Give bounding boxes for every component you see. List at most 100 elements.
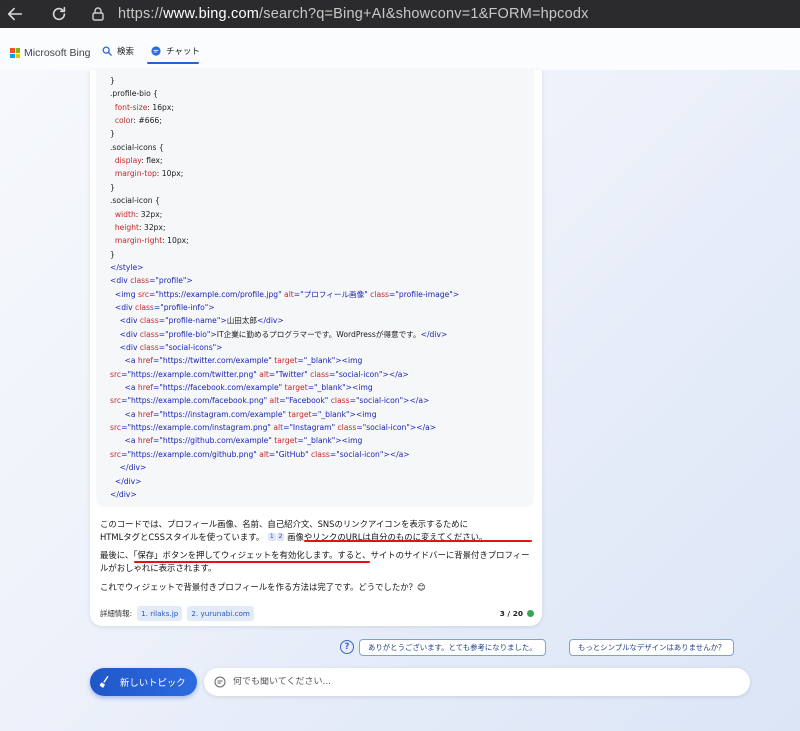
- help-icon[interactable]: ?: [340, 640, 354, 654]
- turn-counter-text: 3 / 20: [499, 609, 523, 618]
- code-line: <div class="profile-bio">IT企業に勤めるプログラマーで…: [110, 329, 448, 340]
- code-token: href: [137, 409, 154, 419]
- chat-input[interactable]: [233, 677, 713, 687]
- source-link[interactable]: 2. yurunabi.com: [187, 606, 254, 621]
- reload-button[interactable]: [44, 0, 74, 28]
- code-token: ="Facebook": [279, 396, 331, 406]
- bing-logo[interactable]: Microsoft Bing: [10, 47, 91, 59]
- answer-text: このコードでは、プロフィール画像、名前、自己紹介文、SNSのリンクアイコンを表示…: [100, 519, 469, 529]
- code-token: class: [135, 302, 154, 312]
- code-line: <a href="https://github.com/example" tar…: [110, 436, 362, 446]
- code-line: height: 32px;: [110, 223, 166, 233]
- code-token: </div>: [110, 463, 147, 473]
- code-token: </a>: [389, 449, 410, 459]
- code-token: <img: [341, 436, 363, 446]
- code-token: 山田太郎: [226, 316, 258, 326]
- code-line: color: #666;: [110, 116, 162, 126]
- url-host: www.bing.com: [163, 6, 260, 22]
- active-tab-indicator: [147, 62, 199, 64]
- code-token: }: [110, 249, 115, 259]
- code-token: <div: [110, 343, 140, 352]
- tab-chat[interactable]: チャット: [151, 45, 200, 57]
- reload-icon: [52, 6, 66, 21]
- code-token: <a: [110, 436, 138, 446]
- code-token: ="profile-bio">: [158, 329, 217, 339]
- code-token: height: [110, 222, 140, 232]
- code-token: : #666;: [133, 116, 162, 126]
- code-line: font-size: 16px;: [110, 103, 174, 113]
- code-token: ="https://example.com/facebook.png": [121, 396, 270, 406]
- code-line: <img src="https://example.com/profile.jp…: [110, 290, 459, 300]
- bot-message-card: } .profile-bio { font-size: 16px; color: …: [90, 70, 542, 626]
- code-line: <a href="https://twitter.com/example" ta…: [110, 356, 362, 366]
- code-token: href: [137, 383, 154, 393]
- code-token: class: [370, 289, 390, 299]
- code-token: <div: [110, 316, 140, 326]
- code-line: <div class="social-icons">: [110, 343, 223, 353]
- code-token: class: [139, 329, 159, 339]
- code-token: ="_blank">: [297, 356, 342, 366]
- code-token: ="profile-name">: [158, 316, 227, 326]
- code-token: ="https://example.com/profile.jpg": [149, 289, 285, 299]
- code-line: </div>: [110, 477, 142, 487]
- code-line: <a href="https://facebook.com/example" t…: [110, 383, 372, 393]
- code-token: width: [110, 209, 136, 219]
- code-token: ="プロフィール画像": [293, 289, 371, 299]
- code-token: ="social-icon">: [329, 449, 390, 459]
- browser-toolbar: https://www.bing.com/search?q=Bing+AI&sh…: [0, 0, 800, 28]
- code-token: ="social-icon">: [349, 396, 410, 406]
- source-link[interactable]: 1. rilaks.jp: [137, 606, 183, 621]
- code-token: </div>: [110, 476, 142, 486]
- red-underline-annotation: [134, 561, 370, 563]
- suggestion-chip[interactable]: もっとシンプルなデザインはありませんか？: [569, 639, 735, 656]
- code-token: display: [110, 156, 142, 166]
- learn-more-row: 詳細情報: 1. rilaks.jp 2. yurunabi.com: [100, 606, 254, 621]
- back-button[interactable]: [0, 0, 30, 28]
- code-token: alt: [259, 449, 269, 459]
- code-line: <div class="profile">: [110, 276, 193, 286]
- bing-header: Microsoft Bing 検索 チャット: [0, 28, 800, 70]
- code-token: target: [274, 436, 298, 446]
- new-topic-button[interactable]: 新しいトピック: [90, 668, 197, 696]
- chat-icon: [151, 46, 161, 56]
- code-token: </div>: [257, 316, 284, 326]
- suggestion-chip[interactable]: ありがとうございます。とても参考になりました。: [359, 639, 546, 656]
- code-token: <div: [110, 276, 131, 286]
- code-token: href: [137, 356, 154, 366]
- learn-more-label: 詳細情報:: [100, 609, 133, 618]
- code-token: ="https://example.com/instagram.png": [121, 423, 274, 433]
- code-token: .profile-bio {: [110, 89, 158, 99]
- turn-counter: 3 / 20: [500, 609, 534, 618]
- address-bar[interactable]: https://www.bing.com/search?q=Bing+AI&sh…: [90, 0, 589, 28]
- tab-search[interactable]: 検索: [102, 45, 134, 57]
- code-token: alt: [284, 289, 294, 299]
- code-token: }: [110, 129, 115, 139]
- code-token: class: [311, 449, 330, 459]
- code-line: <a href="https://instagram.com/example" …: [110, 409, 377, 420]
- code-token: <a: [110, 409, 138, 419]
- new-topic-label: 新しいトピック: [120, 678, 186, 689]
- url-scheme: https://: [118, 6, 164, 22]
- code-token: class: [139, 316, 159, 326]
- code-token: ="_blank">: [297, 436, 342, 446]
- code-token: : 32px;: [139, 222, 166, 232]
- code-token: src: [110, 449, 122, 459]
- code-token: class: [337, 423, 357, 433]
- code-token: .social-icon {: [110, 196, 160, 206]
- status-dot-icon: [527, 610, 534, 617]
- code-token: ="social-icon">: [329, 369, 389, 379]
- code-token: : 10px;: [156, 169, 184, 179]
- code-token: : 32px;: [135, 209, 163, 219]
- code-token: ="social-icon">: [356, 423, 417, 433]
- code-token: ="profile">: [149, 276, 193, 286]
- code-line: <div class="profile-info">: [110, 303, 215, 313]
- code-token: : 16px;: [147, 102, 174, 112]
- code-token: ="profile-image">: [389, 289, 460, 299]
- broom-icon: [99, 676, 109, 688]
- code-block[interactable]: } .profile-bio { font-size: 16px; color: …: [96, 70, 534, 507]
- chat-bubble-icon: [214, 676, 226, 688]
- code-token: ="_blank">: [307, 383, 352, 393]
- citation-1[interactable]: 1: [267, 533, 276, 542]
- code-token: <img: [355, 409, 377, 419]
- code-token: class: [139, 343, 159, 352]
